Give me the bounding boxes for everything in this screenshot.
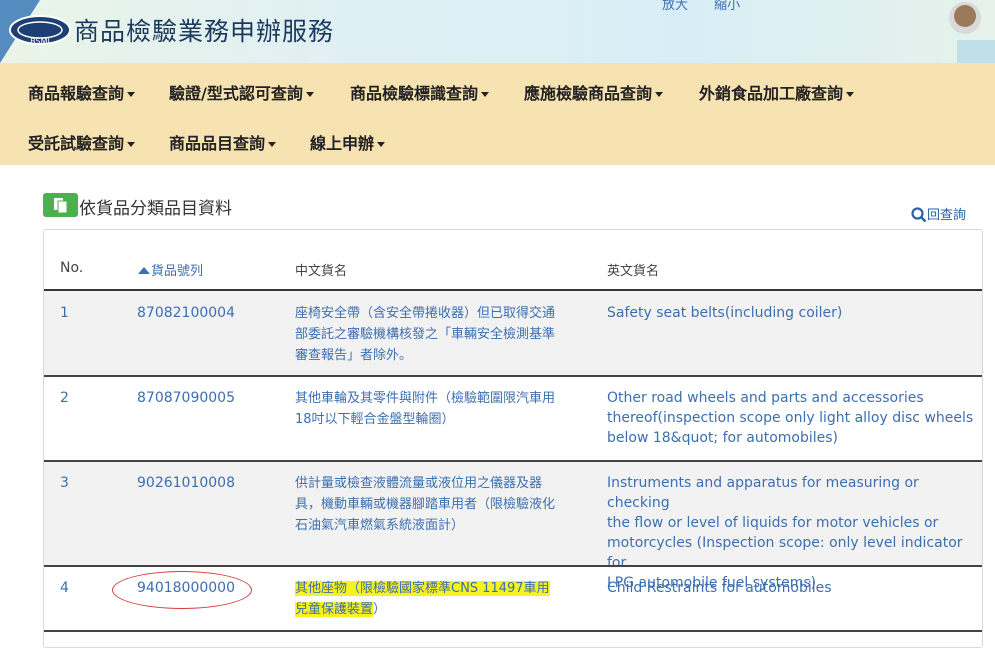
- en-line: Safety seat belts(including coiler): [607, 305, 843, 321]
- nav-item-commissioned-test-query[interactable]: 受託試驗查詢: [28, 130, 136, 154]
- row-divider: [44, 630, 982, 632]
- column-header-no: No.: [60, 260, 84, 276]
- row-no: 3: [60, 475, 69, 491]
- row-code[interactable]: 87087090005: [137, 388, 235, 408]
- row-no: 1: [60, 305, 69, 321]
- chevron-down-icon: [377, 142, 386, 147]
- nav-label: 商品品目查詢: [169, 134, 266, 153]
- table-row: 3 90261010008 供計量或檢查液體流量或液位用之儀器及器 具，機動車輛…: [44, 462, 982, 591]
- chevron-down-icon: [655, 92, 664, 97]
- row-zh-name: 其他車輪及其零件與附件（檢驗範圍限汽車用 18吋以下輕合金盤型輪圈）: [295, 388, 585, 430]
- page-title: 依貨品分類品目資料: [79, 199, 232, 219]
- chevron-down-icon: [481, 92, 490, 97]
- chevron-down-icon: [127, 142, 136, 147]
- site-header: BSMI 商品檢驗業務申辦服務 放大 縮小: [0, 0, 995, 63]
- nav-item-export-food-query[interactable]: 外銷食品加工廠查詢: [699, 80, 855, 104]
- chevron-down-icon: [268, 142, 277, 147]
- nav-item-product-category-query[interactable]: 商品品目查詢: [169, 130, 277, 154]
- row-en-name: Other road wheels and parts and accessor…: [607, 388, 977, 448]
- nav-label: 受託試驗查詢: [28, 134, 125, 153]
- en-line: the flow or level of liquids for motor v…: [607, 515, 939, 531]
- row-no: 4: [60, 580, 69, 596]
- row-code[interactable]: 87082100004: [137, 303, 235, 323]
- nav-item-inspection-query[interactable]: 商品報驗查詢: [28, 80, 136, 104]
- row-code[interactable]: 94018000000: [137, 578, 235, 598]
- highlighted-text: 其他座物（限檢驗國家標準CNS 11497車用: [295, 581, 550, 596]
- zh-line: 座椅安全帶（含安全帶捲收器）但已取得交通: [295, 306, 556, 321]
- zoom-out-link[interactable]: 縮小: [714, 0, 740, 13]
- row-code[interactable]: 90261010008: [137, 473, 235, 493]
- nav-label: 線上申辦: [310, 134, 375, 153]
- column-header-zh-name: 中文貨名: [295, 264, 348, 279]
- column-header-code-label: 貨品號列: [151, 264, 204, 279]
- table-row: 1 87082100004 座椅安全帶（含安全帶捲收器）但已取得交通 部委託之審…: [44, 291, 982, 377]
- en-line: Instruments and apparatus for measuring …: [607, 475, 919, 511]
- zh-trailing: ）: [373, 602, 387, 617]
- zh-line: 具，機動車輛或機器腳踏車用者（限檢驗液化: [295, 497, 556, 512]
- en-line: Child Restraints for automobiles: [607, 580, 832, 596]
- en-line: Other road wheels and parts and accessor…: [607, 390, 924, 406]
- back-link-label: 回查詢: [927, 208, 967, 223]
- column-header-en-name: 英文貨名: [607, 264, 660, 279]
- bsmi-logo[interactable]: BSMI: [8, 10, 72, 48]
- zoom-in-link[interactable]: 放大: [662, 0, 688, 13]
- en-line: below 18&quot; for automobiles): [607, 430, 839, 446]
- zh-line: 石油氣汽車燃氣系統液面計）: [295, 518, 465, 533]
- zh-line: 審查報告」者除外。: [295, 348, 413, 363]
- nav-item-online-application[interactable]: 線上申辦: [310, 130, 386, 154]
- main-nav: 商品報驗查詢 驗證/型式認可查詢 商品檢驗標識查詢 應施檢驗商品查詢 外銷食品加…: [0, 63, 995, 165]
- chevron-down-icon: [127, 92, 136, 97]
- table-row: 2 87087090005 其他車輪及其零件與附件（檢驗範圍限汽車用 18吋以下…: [44, 377, 982, 462]
- chevron-down-icon: [305, 92, 314, 97]
- back-to-search-link[interactable]: 回查詢: [911, 204, 966, 223]
- zh-line: 其他車輪及其零件與附件（檢驗範圍限汽車用: [295, 391, 556, 406]
- row-en-name: Safety seat belts(including coiler): [607, 303, 977, 323]
- logo-text: BSMI: [30, 37, 50, 46]
- en-line: thereof(inspection scope only light allo…: [607, 410, 974, 426]
- zh-line: 18吋以下輕合金盤型輪圈）: [295, 412, 455, 427]
- nav-item-certification-query[interactable]: 驗證/型式認可查詢: [169, 80, 314, 104]
- zh-line: 部委託之審驗機構核發之「車輛安全檢測基準: [295, 327, 556, 342]
- chevron-down-icon: [846, 92, 855, 97]
- nav-item-regulated-products-query[interactable]: 應施檢驗商品查詢: [524, 80, 664, 104]
- row-no: 2: [60, 390, 69, 406]
- nav-label: 驗證/型式認可查詢: [169, 84, 303, 103]
- nav-label: 外銷食品加工廠查詢: [699, 84, 844, 103]
- zh-line: 供計量或檢查液體流量或液位用之儀器及器: [295, 476, 543, 491]
- product-table: No. 貨品號列 中文貨名 英文貨名 1 87082100004 座椅安全帶（含…: [43, 229, 983, 648]
- document-icon: [43, 193, 78, 217]
- row-zh-name: 供計量或檢查液體流量或液位用之儀器及器 具，機動車輛或機器腳踏車用者（限檢驗液化…: [295, 473, 585, 536]
- sort-ascending-icon: [138, 267, 150, 274]
- search-icon: [911, 207, 927, 223]
- zoom-controls: 放大 縮小: [662, 0, 762, 13]
- table-row: 4 94018000000 其他座物（限檢驗國家標準CNS 11497車用 兒童…: [44, 567, 982, 632]
- column-header-code[interactable]: 貨品號列: [137, 260, 203, 279]
- site-title[interactable]: 商品檢驗業務申辦服務: [74, 12, 334, 48]
- nav-label: 商品報驗查詢: [28, 84, 125, 103]
- row-en-name: Child Restraints for automobiles: [607, 578, 977, 598]
- row-zh-name: 其他座物（限檢驗國家標準CNS 11497車用 兒童保護裝置）: [295, 578, 585, 620]
- row-zh-name: 座椅安全帶（含安全帶捲收器）但已取得交通 部委託之審驗機構核發之「車輛安全檢測基…: [295, 303, 585, 366]
- nav-label: 商品檢驗標識查詢: [350, 84, 479, 103]
- nav-label: 應施檢驗商品查詢: [524, 84, 653, 103]
- nav-item-mark-query[interactable]: 商品檢驗標識查詢: [350, 80, 490, 104]
- highlighted-text: 兒童保護裝置: [295, 602, 374, 617]
- header-decoration-image: [949, 2, 995, 63]
